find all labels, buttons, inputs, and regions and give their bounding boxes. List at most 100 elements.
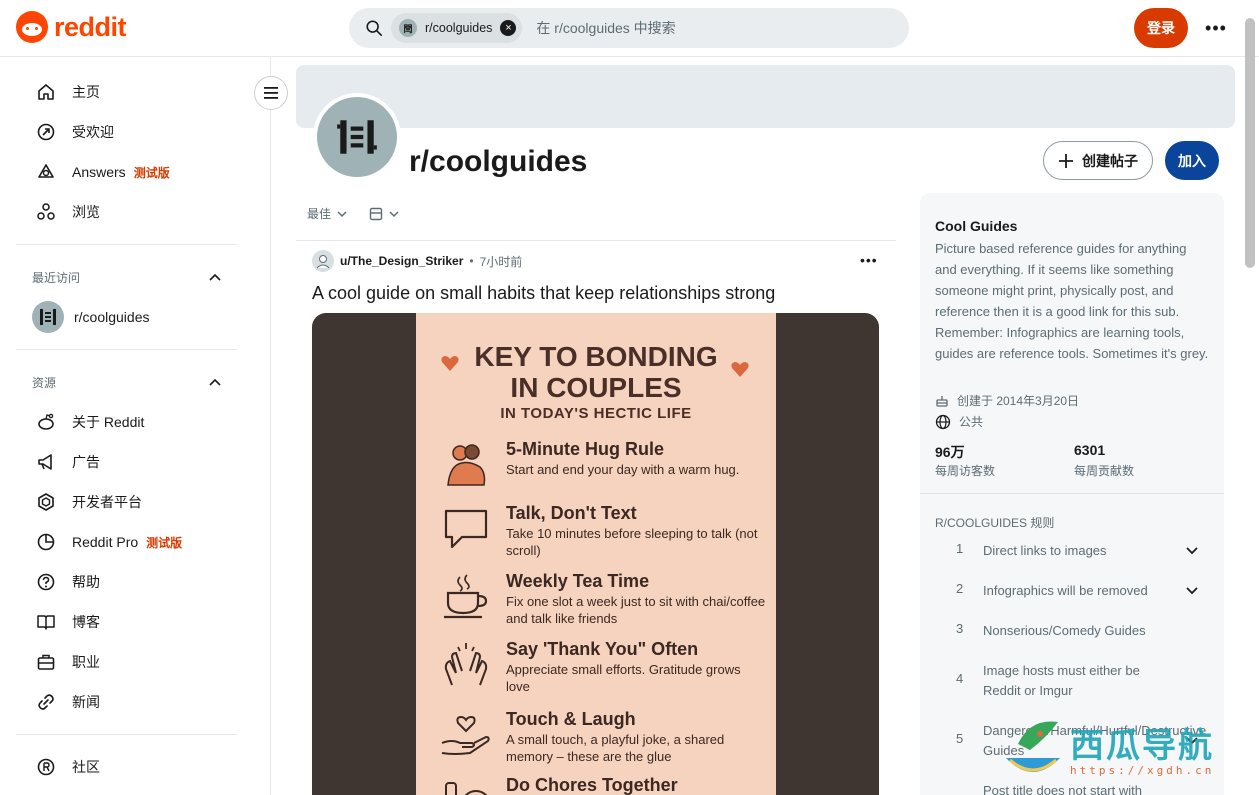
megaphone-icon [38, 454, 52, 470]
created-date: 创建于 2014年3月20日 [935, 392, 1079, 409]
weekly-contributions-label: 每周贡献数 [1074, 464, 1135, 478]
rule-number: 3 [956, 621, 964, 636]
subreddit-avatar [313, 93, 401, 181]
sidebar-item-reddit-pro[interactable]: Reddit Pro 测试版 [36, 522, 236, 562]
post-time: 7小时前 [479, 254, 523, 269]
sidebar-divider [16, 734, 237, 735]
rule-text: Nonserious/Comedy Guides [983, 623, 1146, 638]
resources-section-header[interactable]: 资源 [32, 374, 222, 391]
create-post-label: 创建帖子 [1082, 152, 1138, 169]
sidebar-item-help[interactable]: 帮助 [36, 562, 236, 602]
sidebar-item-home[interactable]: 主页 [36, 72, 236, 112]
reddit-alien-icon [38, 413, 54, 430]
infographic-subtitle: IN TODAY'S HECTIC LIFE [500, 405, 692, 422]
tea-cup-icon [444, 574, 488, 619]
page-scrollbar[interactable] [1245, 18, 1255, 268]
reddit-logo[interactable]: reddit [16, 11, 127, 43]
sidebar-item-answers[interactable]: Answers 测试版 [36, 152, 236, 192]
chevron-down-icon[interactable] [1185, 543, 1199, 557]
sort-dropdown[interactable]: 最佳 [307, 205, 347, 222]
briefcase-icon [37, 654, 55, 670]
sidebar-item-careers[interactable]: 职业 [36, 642, 236, 682]
watermelon-logo-icon [1006, 721, 1060, 772]
recent-heading: 最近访问 [32, 271, 81, 285]
sidebar-item-label: 新闻 [72, 694, 100, 710]
rule-number: 1 [956, 541, 964, 556]
subreddit-chip-icon: 閆 [399, 19, 417, 37]
user-avatar-icon [316, 255, 330, 269]
card-view-icon [369, 207, 383, 220]
sidebar-item-advertise[interactable]: 广告 [36, 442, 236, 482]
chevron-up-icon[interactable] [208, 271, 222, 285]
rules-heading: R/COOLGUIDES 规则 [935, 516, 1055, 530]
chores-icon [445, 782, 488, 795]
sidebar-item-label: 浏览 [72, 204, 100, 220]
close-icon[interactable]: × [500, 20, 517, 36]
search-bar[interactable]: 閆 r/coolguides × 在 r/coolguides 中搜索 [349, 8, 909, 48]
pie-chart-icon [37, 533, 55, 551]
more-options-icon[interactable]: ••• [1200, 14, 1232, 42]
explore-icon [37, 203, 55, 220]
post-author[interactable]: u/The_Design_Striker [340, 254, 463, 268]
sidebar-item-label: 主页 [72, 84, 100, 100]
sidebar-item-explore[interactable]: 浏览 [36, 192, 236, 232]
create-post-button[interactable]: 创建帖子 [1043, 141, 1153, 180]
sidebar-item-label: 开发者平台 [72, 494, 142, 510]
chevron-down-icon[interactable] [1185, 583, 1199, 597]
rule-number: 2 [956, 581, 964, 596]
chevron-up-icon[interactable] [208, 376, 222, 390]
join-button[interactable]: 加入 [1165, 141, 1219, 180]
sidebar-item-blog[interactable]: 博客 [36, 602, 236, 642]
search-input[interactable]: 在 r/coolguides 中搜索 [536, 18, 675, 38]
infographic-item-heading: Do Chores Together [506, 775, 678, 795]
sidebar-item-developer-platform[interactable]: 开发者平台 [36, 482, 236, 522]
recent-item-coolguides[interactable]: r/coolguides [32, 301, 150, 333]
sidebar-item-press[interactable]: 新闻 [36, 682, 236, 722]
feed-divider [296, 240, 896, 241]
sidebar-item-label: 社区 [72, 759, 100, 775]
coolguides-logo-icon [337, 120, 377, 154]
watermark-text: 西瓜导航 [1070, 726, 1214, 766]
about-description: Picture based reference guides for anyth… [935, 241, 1209, 361]
sidebar-item-popular[interactable]: 受欢迎 [36, 112, 236, 152]
about-title: Cool Guides [935, 218, 1018, 234]
infographic-item-text: Fix one slot a week just to sit with cha… [506, 594, 766, 626]
search-chip-label: r/coolguides [425, 21, 493, 35]
rule-text: Infographics will be removed [983, 583, 1148, 598]
sidebar-item-label: 帮助 [72, 574, 100, 590]
rule-text: Direct links to images [983, 543, 1107, 558]
book-icon [37, 615, 55, 630]
weekly-visitors-label: 每周访客数 [935, 464, 996, 478]
sidebar-item-label: 广告 [72, 454, 100, 470]
search-icon [366, 20, 383, 37]
developer-icon [38, 493, 54, 511]
post-meta: u/The_Design_Striker • 7小时前 [312, 250, 522, 272]
sidebar-item-about-reddit[interactable]: 关于 Reddit [36, 402, 236, 442]
login-button[interactable]: 登录 [1134, 8, 1188, 48]
sidebar-divider [16, 244, 237, 245]
cake-icon [936, 395, 948, 407]
recent-item-label: r/coolguides [74, 309, 150, 325]
search-scope-chip[interactable]: 閆 r/coolguides × [391, 13, 523, 43]
collapse-sidebar-button[interactable] [254, 76, 288, 110]
visibility: 公共 [935, 413, 983, 430]
infographic-item-heading: Say 'Thank You" Often [506, 639, 699, 659]
hand-heart-icon [441, 715, 490, 755]
view-mode-dropdown[interactable] [369, 207, 399, 221]
subreddit-banner [296, 65, 1235, 128]
weekly-visitors-count: 96万 [935, 444, 965, 460]
recent-section-header[interactable]: 最近访问 [32, 269, 222, 286]
post-title[interactable]: A cool guide on small habits that keep r… [312, 283, 775, 304]
post-more-icon[interactable]: ••• [860, 252, 880, 268]
visibility-label: 公共 [959, 415, 984, 429]
top-header: reddit 閆 r/coolguides × 在 r/coolguides 中… [0, 0, 1259, 57]
popular-icon [37, 123, 55, 141]
link-icon [38, 694, 54, 710]
avatar[interactable] [312, 250, 334, 272]
feed-sort-bar: 最佳 [307, 205, 399, 222]
coolguides-logo-icon [40, 309, 56, 325]
sidebar-item-communities[interactable]: 社区 [36, 747, 236, 787]
card-divider [920, 493, 1224, 494]
post-image[interactable]: KEY TO BONDING IN COUPLES IN TODAY'S HEC… [312, 313, 879, 795]
infographic-item-text: Take 10 minutes before sleeping to talk … [506, 526, 758, 558]
